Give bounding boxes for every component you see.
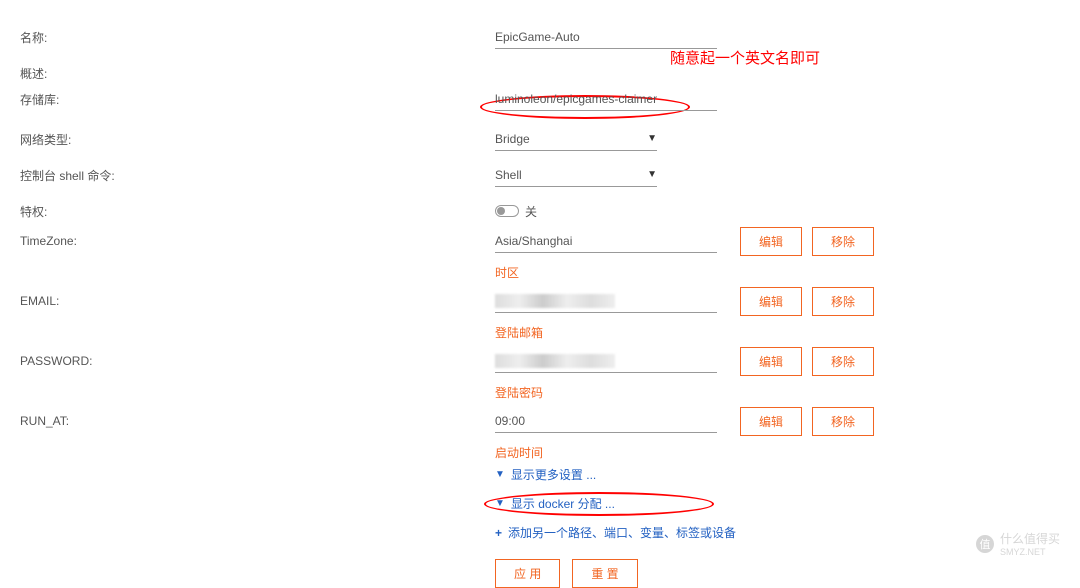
watermark-url: SMYZ.NET <box>1000 547 1060 557</box>
console-cmd-value: Shell <box>495 168 522 182</box>
watermark-text: 什么值得买 <box>1000 530 1060 547</box>
chevron-down-icon: ▼ <box>647 169 657 180</box>
label-privilege: 特权: <box>0 203 495 220</box>
link-more-settings-label: 显示更多设置 ... <box>511 466 596 483</box>
annotation-text: 随意起一个英文名即可 <box>670 47 820 68</box>
chevron-down-icon: ▼ <box>647 133 657 144</box>
edit-button[interactable]: 编辑 <box>740 287 802 316</box>
network-type-select[interactable]: Bridge ▼ <box>495 128 657 151</box>
link-add-another-label: 添加另一个路径、端口、变量、标签或设备 <box>508 524 736 541</box>
chevron-down-icon: ▼ <box>495 498 505 509</box>
plus-icon: + <box>495 526 502 540</box>
timezone-input[interactable] <box>495 230 717 253</box>
label-password: PASSWORD: <box>0 354 495 368</box>
link-docker-alloc[interactable]: ▼ 显示 docker 分配 ... <box>495 495 1080 512</box>
label-repository: 存储库: <box>0 91 495 108</box>
remove-button[interactable]: 移除 <box>812 227 874 256</box>
label-run-at: RUN_AT: <box>0 414 495 428</box>
blurred-content <box>495 294 615 308</box>
sub-label-run-at: 启动时间 <box>495 444 543 461</box>
sub-label-email: 登陆邮箱 <box>495 324 543 341</box>
repository-input[interactable] <box>495 88 717 111</box>
label-overview: 概述: <box>0 65 495 82</box>
label-timezone: TimeZone: <box>0 234 495 248</box>
apply-button[interactable]: 应 用 <box>495 559 560 588</box>
remove-button[interactable]: 移除 <box>812 347 874 376</box>
label-name: 名称: <box>0 29 495 46</box>
label-email: EMAIL: <box>0 294 495 308</box>
watermark-icon: 值 <box>976 535 994 553</box>
privilege-toggle[interactable] <box>495 205 519 217</box>
toggle-off-label: 关 <box>525 203 537 220</box>
run-at-input[interactable] <box>495 410 717 433</box>
label-console-cmd: 控制台 shell 命令: <box>0 167 495 184</box>
console-cmd-select[interactable]: Shell ▼ <box>495 164 657 187</box>
remove-button[interactable]: 移除 <box>812 287 874 316</box>
label-network-type: 网络类型: <box>0 131 495 148</box>
sub-label-timezone: 时区 <box>495 264 519 281</box>
name-input[interactable] <box>495 26 717 49</box>
password-input[interactable] <box>495 350 717 373</box>
network-type-value: Bridge <box>495 132 530 146</box>
chevron-down-icon: ▼ <box>495 469 505 480</box>
reset-button[interactable]: 重 置 <box>572 559 637 588</box>
link-more-settings[interactable]: ▼ 显示更多设置 ... <box>495 466 1080 483</box>
link-docker-alloc-label: 显示 docker 分配 ... <box>511 495 615 512</box>
edit-button[interactable]: 编辑 <box>740 347 802 376</box>
remove-button[interactable]: 移除 <box>812 407 874 436</box>
watermark: 值 什么值得买 SMYZ.NET <box>976 530 1060 557</box>
sub-label-password: 登陆密码 <box>495 384 543 401</box>
blurred-content <box>495 354 615 368</box>
edit-button[interactable]: 编辑 <box>740 227 802 256</box>
edit-button[interactable]: 编辑 <box>740 407 802 436</box>
email-input[interactable] <box>495 290 717 313</box>
